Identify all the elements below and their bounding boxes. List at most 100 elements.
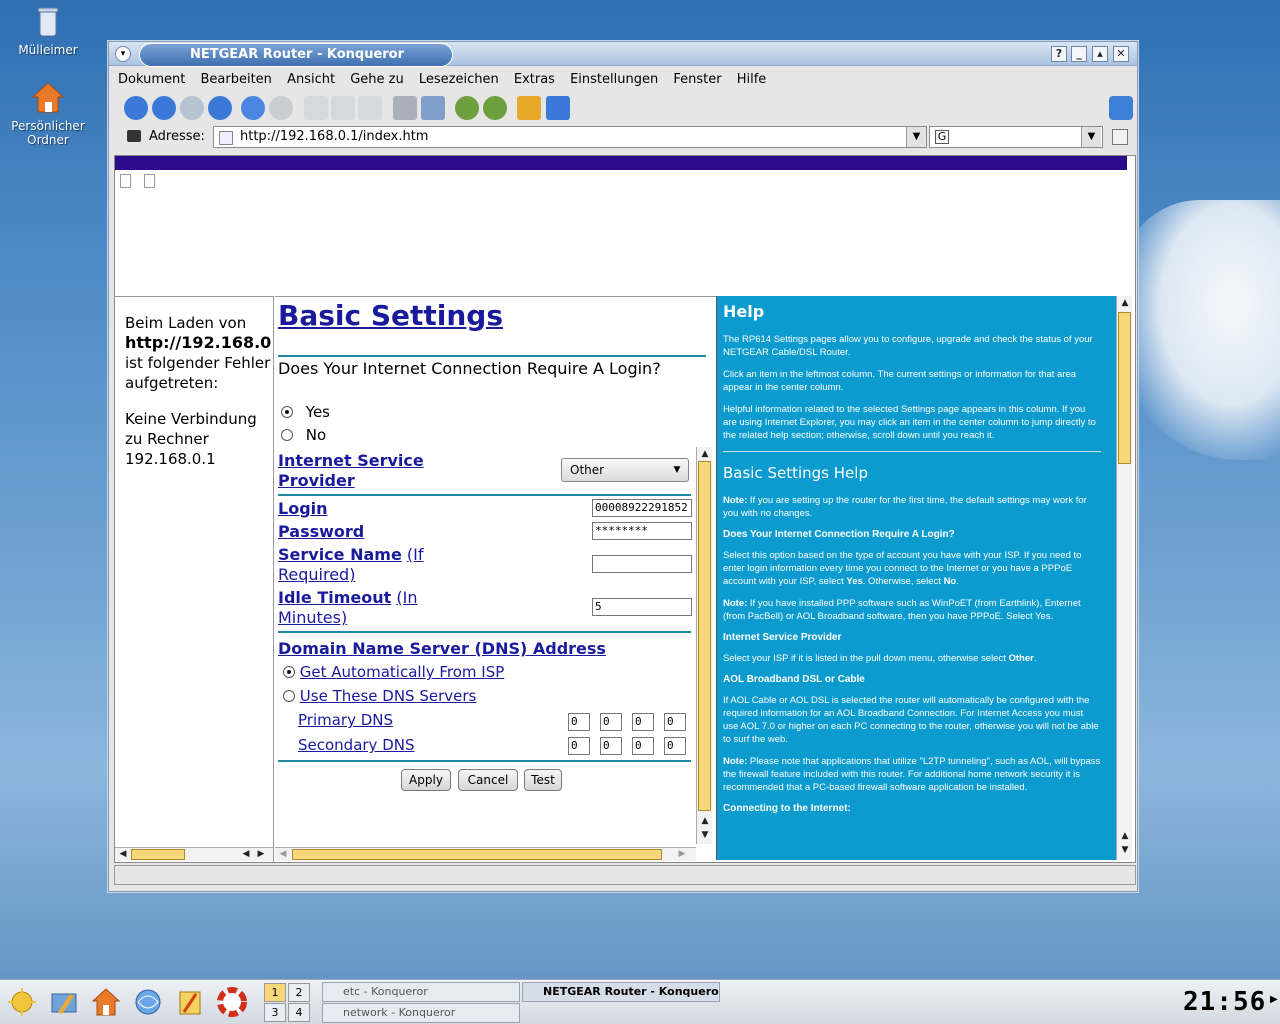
service-name-label[interactable]: Service Name (If Required) bbox=[278, 545, 448, 585]
primary-dns-octet-3[interactable]: 0 bbox=[632, 713, 654, 731]
login-yes-option[interactable]: Yes bbox=[281, 403, 330, 421]
task-etc[interactable]: etc - Konqueror bbox=[322, 982, 520, 1002]
primary-dns-octet-2[interactable]: 0 bbox=[600, 713, 622, 731]
settings-hscrollbar[interactable]: ◀ ▶ bbox=[275, 847, 696, 861]
cancel-button[interactable]: Cancel bbox=[458, 769, 518, 791]
search-input[interactable] bbox=[929, 126, 1103, 148]
scroll-thumb[interactable] bbox=[292, 849, 662, 860]
scroll-thumb[interactable] bbox=[131, 849, 185, 860]
service-name-link[interactable]: Service Name bbox=[278, 545, 402, 564]
scroll-left-arrow[interactable]: ◀ bbox=[239, 848, 253, 860]
scroll-up-arrow[interactable]: ▲ bbox=[1118, 830, 1132, 842]
secondary-dns-octet-3[interactable]: 0 bbox=[632, 737, 654, 755]
close-button[interactable]: ✕ bbox=[1113, 46, 1129, 62]
scroll-up-arrow[interactable]: ▲ bbox=[698, 815, 712, 827]
secondary-dns-octet-4[interactable]: 0 bbox=[664, 737, 686, 755]
scroll-right-arrow[interactable]: ▶ bbox=[254, 848, 268, 860]
menu-hilfe[interactable]: Hilfe bbox=[737, 68, 767, 92]
isp-select[interactable]: Other ▼ bbox=[561, 458, 689, 482]
home-folder-desktop-icon[interactable]: Persönlicher Ordner bbox=[0, 80, 96, 147]
paste-icon[interactable] bbox=[358, 96, 382, 120]
scroll-right-arrow[interactable]: ▶ bbox=[675, 848, 689, 860]
test-button[interactable]: Test bbox=[524, 769, 562, 791]
idle-timeout-input[interactable]: 5 bbox=[592, 598, 692, 616]
minimize-button[interactable]: _ bbox=[1071, 46, 1087, 62]
scroll-down-arrow[interactable]: ▼ bbox=[698, 829, 712, 841]
menu-bearbeiten[interactable]: Bearbeiten bbox=[200, 68, 271, 92]
reload-icon[interactable] bbox=[241, 96, 265, 120]
task-netgear[interactable]: NETGEAR Router - Konqueror bbox=[522, 982, 720, 1002]
isp-link[interactable]: Internet Service Provider bbox=[278, 451, 438, 491]
url-dropdown-button[interactable]: ▼ bbox=[906, 127, 926, 147]
page-title[interactable]: Basic Settings bbox=[278, 299, 503, 332]
menu-fenster[interactable]: Fenster bbox=[673, 68, 721, 92]
dns-title-link[interactable]: Domain Name Server (DNS) Address bbox=[278, 639, 606, 658]
zoom-in-icon[interactable] bbox=[455, 96, 479, 120]
settings-vscrollbar[interactable]: ▲ ▲ ▼ bbox=[696, 447, 712, 844]
home-icon[interactable] bbox=[208, 96, 232, 120]
show-desktop-icon[interactable] bbox=[48, 986, 80, 1018]
menu-gehe-zu[interactable]: Gehe zu bbox=[350, 68, 404, 92]
task-network[interactable]: network - Konqueror bbox=[322, 1003, 520, 1023]
login-input[interactable]: 00008922291852 bbox=[592, 499, 692, 517]
menu-einstellungen[interactable]: Einstellungen bbox=[570, 68, 658, 92]
download-icon[interactable] bbox=[546, 96, 570, 120]
apply-button[interactable]: Apply bbox=[401, 769, 451, 791]
scroll-down-arrow[interactable]: ▼ bbox=[1118, 844, 1132, 856]
browser-icon[interactable] bbox=[132, 986, 164, 1018]
scroll-thumb[interactable] bbox=[1118, 312, 1131, 464]
idle-timeout-link[interactable]: Idle Timeout bbox=[278, 588, 391, 607]
password-input[interactable]: ******** bbox=[592, 522, 692, 540]
menu-dokument[interactable]: Dokument bbox=[118, 68, 185, 92]
konqueror-gear-icon[interactable] bbox=[1109, 96, 1133, 120]
zoom-out-icon[interactable] bbox=[483, 96, 507, 120]
back-icon[interactable] bbox=[152, 96, 176, 120]
scroll-up-arrow[interactable]: ▲ bbox=[1118, 297, 1132, 309]
office-icon[interactable] bbox=[174, 986, 206, 1018]
window-titlebar[interactable]: ▾ NETGEAR Router - Konqueror ? _ ▴ ✕ bbox=[109, 42, 1137, 67]
print-preview-icon[interactable] bbox=[421, 96, 445, 120]
login-no-option[interactable]: No bbox=[281, 426, 326, 444]
scroll-thumb[interactable] bbox=[698, 461, 711, 811]
primary-dns-octet-1[interactable]: 0 bbox=[568, 713, 590, 731]
print-icon[interactable] bbox=[393, 96, 417, 120]
copy-icon[interactable] bbox=[331, 96, 355, 120]
password-link[interactable]: Password bbox=[278, 522, 364, 541]
desktop-2-button[interactable]: 2 bbox=[288, 983, 310, 1002]
url-input[interactable]: http://192.168.0.1/index.htm bbox=[213, 126, 927, 148]
home-icon[interactable] bbox=[90, 986, 122, 1018]
menu-extras[interactable]: Extras bbox=[514, 68, 555, 92]
clear-location-icon[interactable] bbox=[127, 130, 141, 142]
lock-icon[interactable] bbox=[517, 96, 541, 120]
desktop-4-button[interactable]: 4 bbox=[288, 1003, 310, 1022]
trash-desktop-icon[interactable]: Mülleimer bbox=[0, 4, 96, 57]
search-options-icon[interactable] bbox=[1112, 129, 1128, 145]
stop-icon[interactable] bbox=[269, 96, 293, 120]
dns-manual-radio[interactable] bbox=[283, 690, 295, 702]
help-lifebuoy-icon[interactable] bbox=[216, 986, 248, 1018]
idle-timeout-label[interactable]: Idle Timeout (In Minutes) bbox=[278, 588, 448, 628]
scroll-up-arrow[interactable]: ▲ bbox=[698, 448, 712, 460]
scroll-left-arrow[interactable]: ◀ bbox=[276, 848, 290, 860]
forward-icon[interactable] bbox=[180, 96, 204, 120]
clock[interactable]: 21:56 bbox=[1183, 986, 1267, 1018]
help-vscrollbar[interactable]: ▲ ▲ ▼ bbox=[1116, 296, 1132, 860]
dns-auto-radio[interactable] bbox=[283, 666, 295, 678]
panel-arrow-icon[interactable]: ▶ bbox=[1270, 994, 1278, 1005]
dns-auto-option[interactable]: Get Automatically From ISP bbox=[283, 663, 504, 681]
search-dropdown-button[interactable]: ▼ bbox=[1081, 127, 1101, 147]
primary-dns-octet-4[interactable]: 0 bbox=[664, 713, 686, 731]
yes-radio[interactable] bbox=[281, 406, 293, 418]
service-name-input[interactable] bbox=[592, 555, 692, 573]
scroll-left-arrow[interactable]: ◀ bbox=[116, 848, 130, 860]
secondary-dns-octet-1[interactable]: 0 bbox=[568, 737, 590, 755]
desktop-1-button[interactable]: 1 bbox=[264, 983, 286, 1002]
secondary-dns-octet-2[interactable]: 0 bbox=[600, 737, 622, 755]
maximize-button[interactable]: ▴ bbox=[1092, 46, 1108, 62]
menu-ansicht[interactable]: Ansicht bbox=[287, 68, 335, 92]
dns-manual-option[interactable]: Use These DNS Servers bbox=[283, 687, 476, 705]
kde-menu-icon[interactable] bbox=[6, 986, 38, 1018]
up-icon[interactable] bbox=[124, 96, 148, 120]
no-radio[interactable] bbox=[281, 429, 293, 441]
menu-lesezeichen[interactable]: Lesezeichen bbox=[419, 68, 499, 92]
